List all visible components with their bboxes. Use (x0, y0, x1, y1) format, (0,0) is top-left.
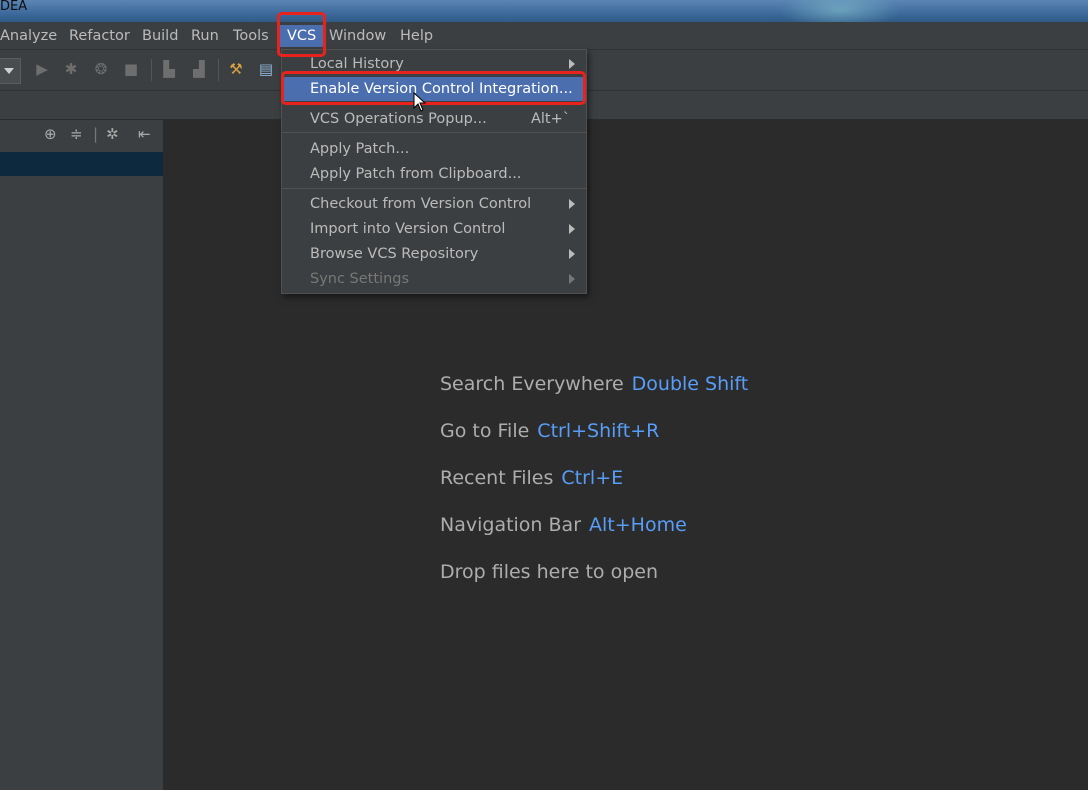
project-tool-window-header: ⊕ ≑ | ✲ ⇤ (0, 120, 163, 148)
header-separator: | (93, 125, 99, 143)
run-config-dropdown[interactable] (0, 58, 21, 84)
project-structure-icon[interactable]: ▤ (257, 60, 275, 78)
menu-item-apply-patch-clipboard[interactable]: Apply Patch from Clipboard... (282, 162, 586, 186)
menu-build[interactable]: Build (142, 26, 178, 46)
hint-drop-files: Drop files here to open (440, 561, 658, 583)
settings-wrench-icon[interactable]: ⚒ (227, 60, 245, 78)
selected-tree-row[interactable] (0, 152, 163, 176)
mouse-cursor-icon (413, 92, 427, 112)
project-tool-window: ⊕ ≑ | ✲ ⇤ (0, 120, 164, 790)
locate-icon[interactable]: ⊕ (44, 124, 57, 144)
hint-search-label: Search Everywhere (440, 373, 624, 395)
menu-run[interactable]: Run (191, 26, 219, 46)
hide-panel-icon[interactable]: ⇤ (138, 124, 151, 144)
menu-item-label: Import into Version Control (310, 221, 506, 237)
menu-separator (282, 132, 586, 133)
submenu-arrow-icon (569, 59, 575, 69)
submenu-arrow-icon (569, 199, 575, 209)
hint-navigation-bar: Navigation Bar Alt+Home (440, 514, 687, 536)
hint-goto-key: Ctrl+Shift+R (537, 420, 660, 442)
hint-drop-label: Drop files here to open (440, 561, 659, 583)
menu-item-label: Apply Patch from Clipboard... (310, 166, 522, 182)
menu-item-checkout[interactable]: Checkout from Version Control (282, 192, 586, 216)
submenu-arrow-icon (569, 224, 575, 234)
menu-help[interactable]: Help (400, 26, 433, 46)
menu-separator (282, 188, 586, 189)
toolbar-separator (218, 59, 219, 81)
submenu-arrow-icon (569, 274, 575, 284)
deploy-icon[interactable]: ▟ (190, 60, 208, 78)
title-bar: DEA (0, 0, 1088, 22)
toolbar-separator (151, 59, 152, 81)
menu-bar: Analyze Refactor Build Run Tools VCS Win… (0, 22, 1088, 50)
title-bar-glow (780, 0, 900, 22)
menu-analyze[interactable]: Analyze (0, 26, 57, 46)
hint-navbar-label: Navigation Bar (440, 514, 582, 536)
hint-recent-key: Ctrl+E (561, 467, 624, 489)
hint-navbar-key: Alt+Home (589, 514, 687, 536)
menu-item-label: Sync Settings (310, 271, 410, 287)
stop-icon[interactable]: ■ (122, 60, 140, 78)
menu-refactor[interactable]: Refactor (69, 26, 130, 46)
menu-item-label: VCS Operations Popup... (310, 111, 487, 127)
hint-search-key: Double Shift (631, 373, 749, 395)
hint-go-to-file: Go to File Ctrl+Shift+R (440, 420, 659, 442)
build-icon[interactable]: ▙ (160, 60, 178, 78)
hint-recent-files: Recent Files Ctrl+E (440, 467, 623, 489)
vcs-menu-highlight-box (277, 12, 326, 57)
collapse-all-icon[interactable]: ≑ (70, 124, 83, 144)
menu-tools[interactable]: Tools (233, 26, 269, 46)
menu-item-import[interactable]: Import into Version Control (282, 217, 586, 241)
menu-item-label: Browse VCS Repository (310, 246, 479, 262)
menu-window[interactable]: Window (329, 26, 386, 46)
submenu-arrow-icon (569, 249, 575, 259)
gear-icon[interactable]: ✲ (106, 124, 119, 144)
menu-item-browse-repository[interactable]: Browse VCS Repository (282, 242, 586, 266)
hint-recent-label: Recent Files (440, 467, 554, 489)
hint-goto-label: Go to File (440, 420, 530, 442)
coverage-icon[interactable]: ❂ (92, 60, 110, 78)
hint-search-everywhere: Search Everywhere Double Shift (440, 373, 748, 395)
debug-icon[interactable]: ✱ (62, 60, 80, 78)
menu-item-shortcut: Alt+` (530, 111, 570, 127)
menu-item-sync-settings: Sync Settings (282, 267, 586, 291)
menu-item-apply-patch[interactable]: Apply Patch... (282, 137, 586, 161)
window-title: DEA (0, 0, 28, 14)
menu-item-vcs-operations-popup[interactable]: VCS Operations Popup... Alt+` (282, 107, 586, 131)
menu-item-label: Apply Patch... (310, 141, 410, 157)
menu-item-label: Checkout from Version Control (310, 196, 532, 212)
enable-vci-highlight-box (281, 71, 586, 105)
run-icon[interactable]: ▶ (33, 60, 51, 78)
